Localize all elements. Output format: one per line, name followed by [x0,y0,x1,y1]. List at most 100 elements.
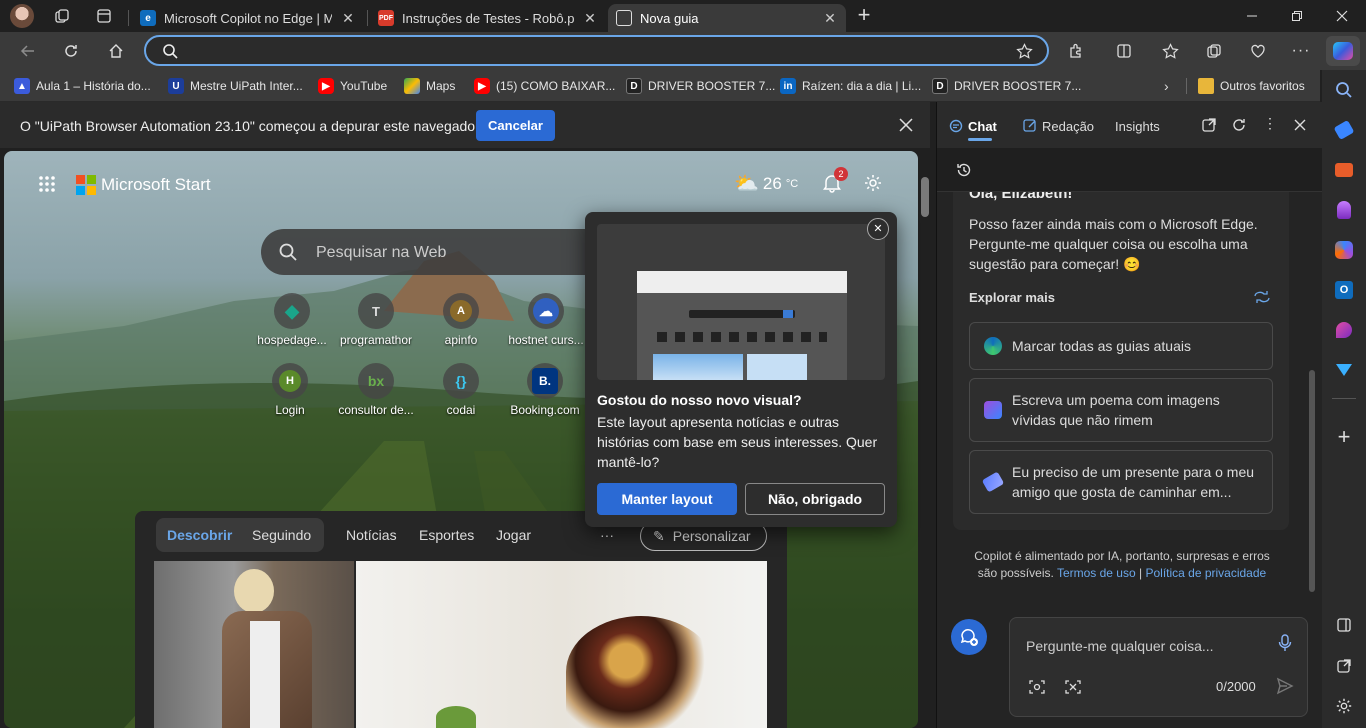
close-tab-icon[interactable]: ✕ [340,10,356,27]
shortcut-tile[interactable]: {} codai [421,363,501,417]
shortcut-tile[interactable]: Aapinfo [421,293,501,347]
close-sidebar-icon[interactable] [1292,117,1308,133]
hide-sidebar-icon[interactable] [1330,611,1358,639]
cancel-button[interactable]: Cancelar [476,110,555,141]
shopping-tag-icon[interactable] [1330,116,1358,144]
address-bar[interactable] [144,35,1049,66]
settings-gear-icon[interactable] [863,173,883,193]
bookmark-item[interactable]: ▶ YouTube [318,76,387,96]
web-search-box[interactable]: Pesquisar na Web [261,229,621,275]
chat-input-placeholder[interactable]: Pergunte-me qualquer coisa... [1026,638,1214,654]
history-icon[interactable] [956,162,972,178]
outlook-icon[interactable]: O [1330,276,1358,304]
copilot-icon[interactable] [1326,36,1360,66]
back-icon[interactable] [12,35,44,67]
chat-composer[interactable]: Pergunte-me qualquer coisa... 0/2000 [1009,617,1308,717]
open-in-new-icon[interactable] [1201,117,1217,133]
home-icon[interactable] [100,35,132,67]
address-input[interactable] [186,40,1006,62]
scrollbar-thumb[interactable] [921,177,929,217]
tab-insights[interactable]: Insights [1115,119,1160,134]
close-infobar-icon[interactable] [898,117,914,133]
page-scrollbar[interactable] [918,151,932,728]
external-link-icon[interactable] [1330,652,1358,680]
bookmark-item[interactable]: D DRIVER BOOSTER 7... [626,76,775,96]
bookmark-item[interactable]: D DRIVER BOOSTER 7... [932,76,1081,96]
tab-new-tab[interactable]: Nova guia ✕ [608,4,846,32]
drop-icon[interactable] [1330,356,1358,384]
refresh-icon[interactable] [1231,117,1247,133]
minimize-icon[interactable] [1236,0,1268,32]
bookmark-item[interactable]: in Raízen: dia a dia | Li... [780,76,921,96]
refresh-suggestions-icon[interactable] [1253,290,1271,304]
shortcut-tile[interactable]: Tprogramathor [336,293,416,347]
favorites-icon[interactable] [1154,35,1186,67]
profile-avatar[interactable] [10,4,34,28]
performance-icon[interactable] [1242,35,1274,67]
extensions-icon[interactable] [1060,35,1092,67]
workspaces-icon[interactable] [46,0,78,32]
microsoft-365-icon[interactable] [1330,236,1358,264]
shortcut-tile[interactable]: ☁ hostnet curs... [506,293,586,347]
bookmark-item[interactable]: ▲ Aula 1 – História do... [14,76,151,96]
shortcut-tile[interactable]: H Login [250,363,330,417]
news-card-image[interactable] [356,561,767,728]
suggestion-chip[interactable]: Escreva um poema com imagens vívidas que… [969,378,1273,442]
privacy-link[interactable]: Política de privacidade [1145,566,1266,580]
more-vertical-icon[interactable]: ⋮ [1263,115,1277,132]
keep-layout-button[interactable]: Manter layout [597,483,737,515]
tab-seguindo[interactable]: Seguindo [252,527,311,543]
new-topic-button[interactable] [951,619,987,655]
news-card-image[interactable] [154,561,354,728]
history-bar [937,148,1323,192]
notifications-bell-icon[interactable]: 2 [822,167,848,193]
bookmark-item[interactable]: U Mestre UiPath Inter... [168,76,303,96]
designer-icon[interactable] [1330,316,1358,344]
terms-link[interactable]: Termos de uso [1057,566,1136,580]
weather-widget[interactable]: ⛅ 26 °C [734,171,798,196]
close-tab-icon[interactable]: ✕ [822,10,838,27]
add-app-icon[interactable]: + [1330,423,1358,451]
shortcut-tile[interactable]: B. Booking.com [505,363,585,417]
tab-jogar[interactable]: Jogar [496,527,531,543]
sidebar-settings-icon[interactable] [1330,692,1358,720]
tab-esportes[interactable]: Esportes [419,527,474,543]
microphone-icon[interactable] [1278,634,1292,652]
screenshot-icon[interactable] [1064,678,1082,696]
tab-redacao[interactable]: Redação [1042,119,1094,134]
sidebar-scrollbar-thumb[interactable] [1309,370,1315,592]
tab-pdf[interactable]: PDF Instruções de Testes - Robô.pdf ✕ [370,4,606,32]
refresh-icon[interactable] [55,35,87,67]
shortcut-tile[interactable]: ◆ hospedage... [252,293,332,347]
favorite-star-icon[interactable] [1016,43,1033,60]
restore-icon[interactable] [1281,0,1313,32]
close-popup-icon[interactable]: ✕ [867,218,889,240]
no-thanks-button[interactable]: Não, obrigado [745,483,885,515]
games-icon[interactable] [1330,196,1358,224]
send-icon[interactable] [1276,677,1294,695]
chevron-right-icon[interactable]: › [1164,78,1169,94]
tab-chat[interactable]: Chat [968,119,997,134]
shortcut-tile[interactable]: bx consultor de... [336,363,416,417]
split-screen-icon[interactable] [1108,35,1140,67]
tab-descobrir[interactable]: Descobrir [167,527,232,543]
tab-actions-icon[interactable] [88,0,120,32]
suggestion-chip[interactable]: Eu preciso de um presente para o meu ami… [969,450,1273,514]
bookmark-item[interactable]: ▶ (15) COMO BAIXAR... [474,76,615,96]
tab-noticias[interactable]: Notícias [346,527,397,543]
suggestion-chip[interactable]: Marcar todas as guias atuais [969,322,1273,370]
search-icon[interactable] [1330,76,1358,104]
close-window-icon[interactable] [1326,0,1358,32]
tools-icon[interactable] [1330,156,1358,184]
other-favorites-folder[interactable]: Outros favoritos [1198,76,1305,96]
collections-icon[interactable] [1198,35,1230,67]
more-options-icon[interactable]: ··· [1285,35,1317,67]
new-tab-button[interactable]: + [852,2,876,30]
apps-grid-icon[interactable] [38,175,56,193]
bookmark-item[interactable]: Maps [404,76,455,96]
more-feed-icon[interactable]: ··· [600,527,614,543]
close-tab-icon[interactable]: ✕ [582,10,598,27]
copilot-sidebar: Chat Redação Insights ⋮ Olá, Elizabeth! … [936,102,1323,728]
image-input-icon[interactable] [1028,678,1046,696]
tab-copilot[interactable]: e Microsoft Copilot no Edge | Micr ✕ [132,4,364,32]
